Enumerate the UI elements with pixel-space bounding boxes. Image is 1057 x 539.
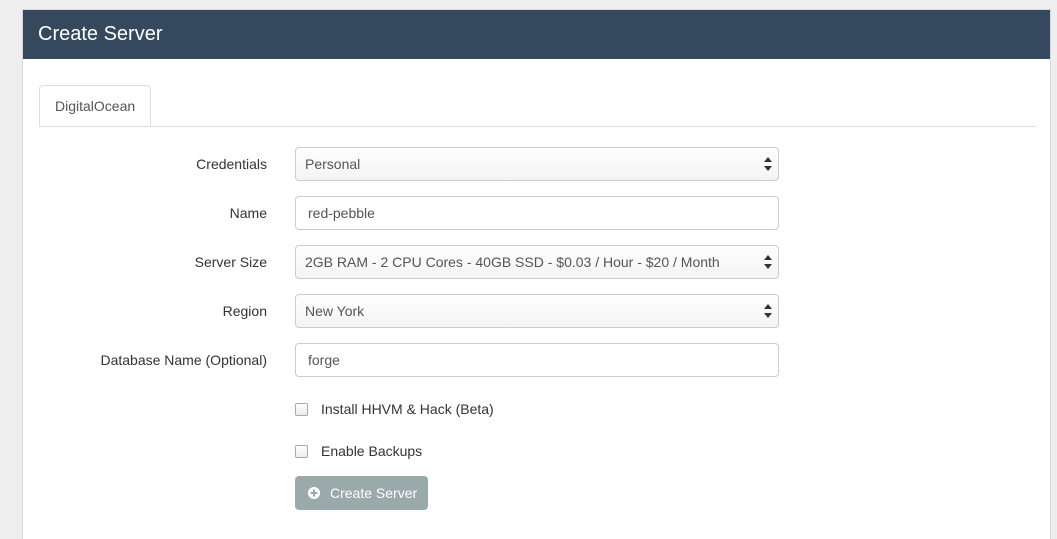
database-name-row: Database Name (Optional) [23, 343, 1052, 377]
create-server-panel: Create Server DigitalOcean Credentials P… [22, 9, 1051, 539]
install-hhvm-label[interactable]: Install HHVM & Hack (Beta) [321, 400, 494, 418]
enable-backups-checkbox[interactable] [295, 445, 308, 458]
select-arrows-icon [764, 255, 772, 269]
create-server-button-label: Create Server [330, 485, 418, 501]
install-hhvm-checkbox[interactable] [295, 403, 308, 416]
create-server-button[interactable]: Create Server [295, 476, 428, 510]
server-size-selected-value: 2GB RAM - 2 CPU Cores - 40GB SSD - $0.03… [305, 254, 720, 270]
credentials-row: Credentials Personal [23, 147, 1052, 181]
name-input[interactable] [295, 196, 779, 230]
select-arrows-icon [764, 304, 772, 318]
credentials-select[interactable]: Personal [295, 147, 779, 181]
server-size-select[interactable]: 2GB RAM - 2 CPU Cores - 40GB SSD - $0.03… [295, 245, 779, 279]
name-row: Name [23, 196, 1052, 230]
credentials-selected-value: Personal [305, 156, 361, 172]
database-name-input[interactable] [295, 343, 779, 377]
plus-circle-icon [308, 487, 320, 499]
select-arrows-icon [764, 157, 772, 171]
enable-backups-label[interactable]: Enable Backups [321, 442, 422, 460]
name-label: Name [229, 205, 267, 221]
panel-title: Create Server [23, 10, 1050, 59]
region-row: Region New York [23, 294, 1052, 328]
database-name-label: Database Name (Optional) [100, 352, 267, 368]
server-size-row: Server Size 2GB RAM - 2 CPU Cores - 40GB… [23, 245, 1052, 279]
server-size-label: Server Size [194, 254, 267, 270]
region-select[interactable]: New York [295, 294, 779, 328]
credentials-label: Credentials [196, 156, 267, 172]
provider-tabs: DigitalOcean [39, 85, 1036, 127]
tab-digitalocean[interactable]: DigitalOcean [39, 85, 152, 126]
region-selected-value: New York [305, 303, 365, 319]
region-label: Region [222, 303, 267, 319]
